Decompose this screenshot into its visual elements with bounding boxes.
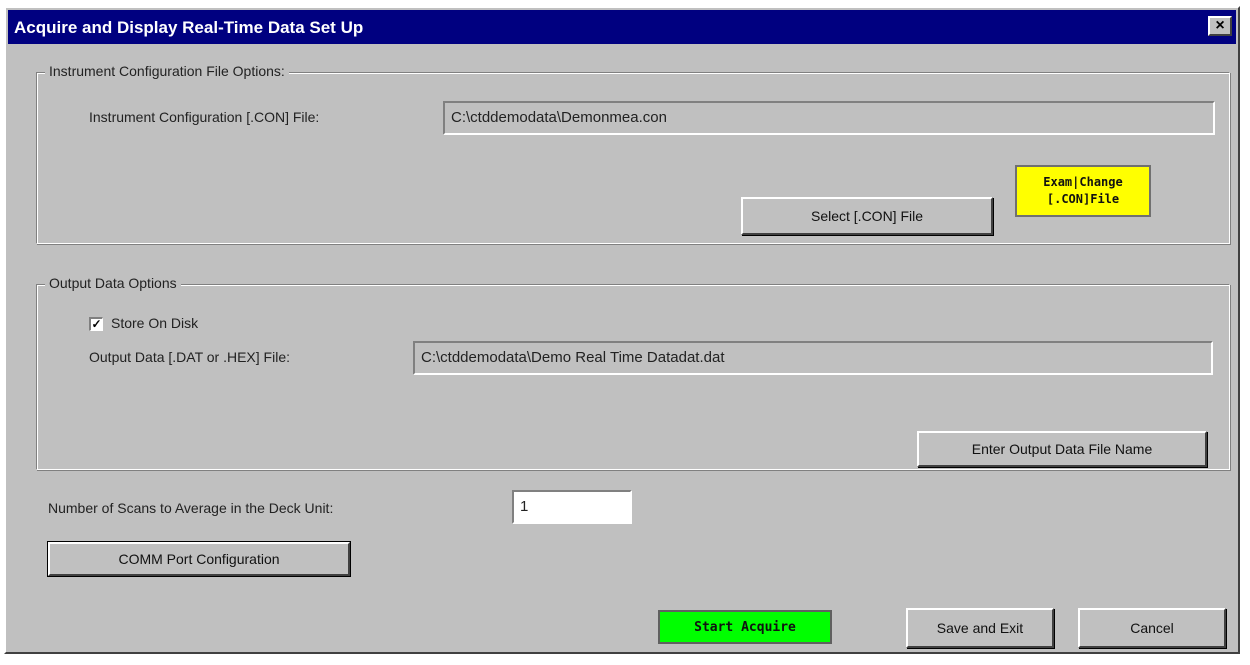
comm-port-config-button[interactable]: COMM Port Configuration bbox=[47, 541, 351, 577]
start-acquire-button[interactable]: Start Acquire bbox=[658, 610, 832, 644]
output-data-legend: Output Data Options bbox=[45, 275, 181, 291]
cancel-button[interactable]: Cancel bbox=[1078, 608, 1226, 648]
save-and-exit-button[interactable]: Save and Exit bbox=[906, 608, 1054, 648]
store-on-disk-checkbox[interactable]: ✓ bbox=[89, 317, 103, 331]
exam-change-con-file-button[interactable]: Exam|Change [.CON]File bbox=[1015, 165, 1151, 217]
exam-change-line1: Exam|Change bbox=[1043, 175, 1123, 189]
output-data-group: Output Data Options ✓ Store On Disk Outp… bbox=[36, 275, 1230, 470]
instrument-config-legend: Instrument Configuration File Options: bbox=[45, 63, 289, 79]
title-bar[interactable]: Acquire and Display Real-Time Data Set U… bbox=[8, 10, 1236, 44]
scans-average-input[interactable]: 1 bbox=[512, 490, 632, 524]
con-file-label: Instrument Configuration [.CON] File: bbox=[89, 109, 320, 125]
store-on-disk-label: Store On Disk bbox=[111, 315, 199, 331]
close-icon: × bbox=[1215, 17, 1225, 34]
scans-average-label: Number of Scans to Average in the Deck U… bbox=[48, 500, 334, 516]
background-strip bbox=[0, 656, 1250, 665]
instrument-config-group: Instrument Configuration File Options: I… bbox=[36, 63, 1230, 244]
select-con-file-button[interactable]: Select [.CON] File bbox=[741, 197, 993, 235]
con-file-field: C:\ctddemodata\Demonmea.con bbox=[443, 101, 1215, 135]
close-button[interactable]: × bbox=[1208, 16, 1232, 36]
output-file-field: C:\ctddemodata\Demo Real Time Datadat.da… bbox=[413, 341, 1213, 375]
window-title: Acquire and Display Real-Time Data Set U… bbox=[14, 18, 364, 37]
setup-dialog: Acquire and Display Real-Time Data Set U… bbox=[4, 6, 1240, 654]
check-icon: ✓ bbox=[91, 317, 102, 331]
enter-output-file-button[interactable]: Enter Output Data File Name bbox=[917, 431, 1207, 467]
output-file-label: Output Data [.DAT or .HEX] File: bbox=[89, 349, 290, 365]
exam-change-line2: [.CON]File bbox=[1046, 192, 1120, 206]
